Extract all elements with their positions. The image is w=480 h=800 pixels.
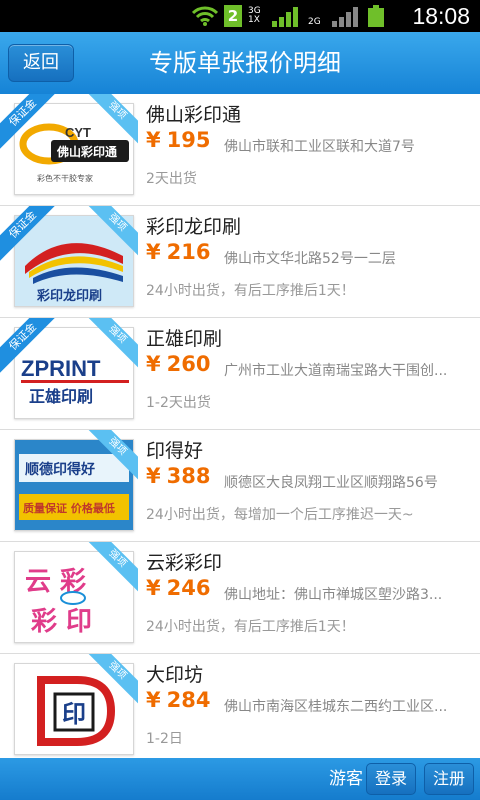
vendor-delivery: 1-2日 <box>146 731 183 747</box>
wifi-icon <box>191 5 219 27</box>
vendor-address: 佛山市文华北路52号一二层 <box>224 251 396 267</box>
vendor-price: ¥260 <box>146 352 211 376</box>
deposit-badge: 保证金 <box>0 318 56 374</box>
signal-strength-icon <box>272 5 302 27</box>
vendor-price: ¥216 <box>146 240 211 264</box>
vendor-name: 印得好 <box>146 440 204 462</box>
vendor-delivery: 24小时出货，有后工序推后1天！ <box>146 619 355 635</box>
vendor-delivery: 2天出货 <box>146 171 197 187</box>
status-bar: 2 3G 1X 2G 18:08 <box>0 0 480 32</box>
strong-badge: 强项 <box>80 206 138 264</box>
cyl-name-text: 彩印龙印刷 <box>36 288 102 304</box>
vendor-name: 大印坊 <box>146 664 204 686</box>
ydh-slogan-text: 质量保证 价格最低 <box>23 501 115 515</box>
status-icons: 2 3G 1X 2G <box>191 4 384 28</box>
quote-list[interactable]: CYT 佛山彩印通 彩色不干胶专家 保证金 强项 佛山彩印通 ¥195 佛山市联… <box>0 94 480 758</box>
strong-badge: 强项 <box>80 430 138 488</box>
signal-strength-secondary-icon <box>332 5 362 27</box>
status-time: 18:08 <box>412 3 470 29</box>
back-button[interactable]: 返回 <box>8 44 74 82</box>
title-bar: 专版单张报价明细 返回 <box>0 32 480 94</box>
guest-label: 游客 <box>329 769 363 789</box>
strong-badge: 强项 <box>80 94 138 152</box>
strong-badge: 强项 <box>80 654 138 712</box>
zprint-name-text: 正雄印刷 <box>29 387 93 406</box>
vendor-price: ¥388 <box>146 464 211 488</box>
register-button[interactable]: 注册 <box>424 763 474 795</box>
vendor-price: ¥195 <box>146 128 211 152</box>
vendor-name: 彩印龙印刷 <box>146 216 242 238</box>
vendor-address: 佛山市联和工业区联和大道7号 <box>224 139 415 155</box>
yc-line2-text: 彩 印 <box>30 607 92 637</box>
list-item[interactable]: ZPRINT 正雄印刷 保证金 强项 正雄印刷 ¥260 广州市工业大道南瑞宝路… <box>0 318 480 430</box>
vendor-price: ¥284 <box>146 688 211 712</box>
battery-icon <box>368 5 384 27</box>
vendor-name: 云彩彩印 <box>146 552 223 574</box>
vendor-address: 广州市工业大道南瑞宝路大干围创... <box>224 363 448 379</box>
vendor-delivery: 24小时出货，每增加一个后工序推迟一天~ <box>146 507 414 523</box>
login-button[interactable]: 登录 <box>366 763 416 795</box>
vendor-address: 顺德区大良凤翔工业区顺翔路56号 <box>224 475 438 491</box>
vendor-address: 佛山市南海区桂城东二西约工业区... <box>224 699 448 715</box>
deposit-badge: 保证金 <box>0 94 56 150</box>
cyt-slogan-text: 彩色不干胶专家 <box>37 173 93 183</box>
vendor-name: 佛山彩印通 <box>146 104 242 126</box>
deposit-badge: 保证金 <box>0 206 56 262</box>
network-type-2g: 2G <box>308 17 321 27</box>
strong-badge: 强项 <box>80 542 138 600</box>
sim-slot-badge: 2 <box>224 5 242 27</box>
list-item[interactable]: 印 强项 大印坊 ¥284 佛山市南海区桂城东二西约工业区... 1-2日 <box>0 654 480 758</box>
list-item[interactable]: 顺德印得好 质量保证 价格最低 强项 印得好 ¥388 顺德区大良凤翔工业区顺翔… <box>0 430 480 542</box>
vendor-delivery: 1-2天出货 <box>146 395 211 411</box>
vendor-delivery: 24小时出货，有后工序推后1天！ <box>146 283 355 299</box>
vendor-price: ¥246 <box>146 576 211 600</box>
network-type-label: 3G 1X <box>248 7 266 25</box>
network-type-bottom: 1X <box>248 15 260 25</box>
vendor-name: 正雄印刷 <box>146 328 223 350</box>
network-type-secondary: 2G <box>308 5 326 27</box>
list-item[interactable]: CYT 佛山彩印通 彩色不干胶专家 保证金 强项 佛山彩印通 ¥195 佛山市联… <box>0 94 480 206</box>
list-item[interactable]: 云 彩 彩 印 强项 云彩彩印 ¥246 佛山地址：佛山市禅城区塱沙路3... … <box>0 542 480 654</box>
strong-badge: 强项 <box>80 318 138 376</box>
vendor-address: 佛山地址：佛山市禅城区塱沙路3... <box>224 587 443 603</box>
bottom-bar: 游客 登录 注册 <box>0 758 480 800</box>
list-item[interactable]: 彩印龙印刷 保证金 强项 彩印龙印刷 ¥216 佛山市文华北路52号一二层 24… <box>0 206 480 318</box>
